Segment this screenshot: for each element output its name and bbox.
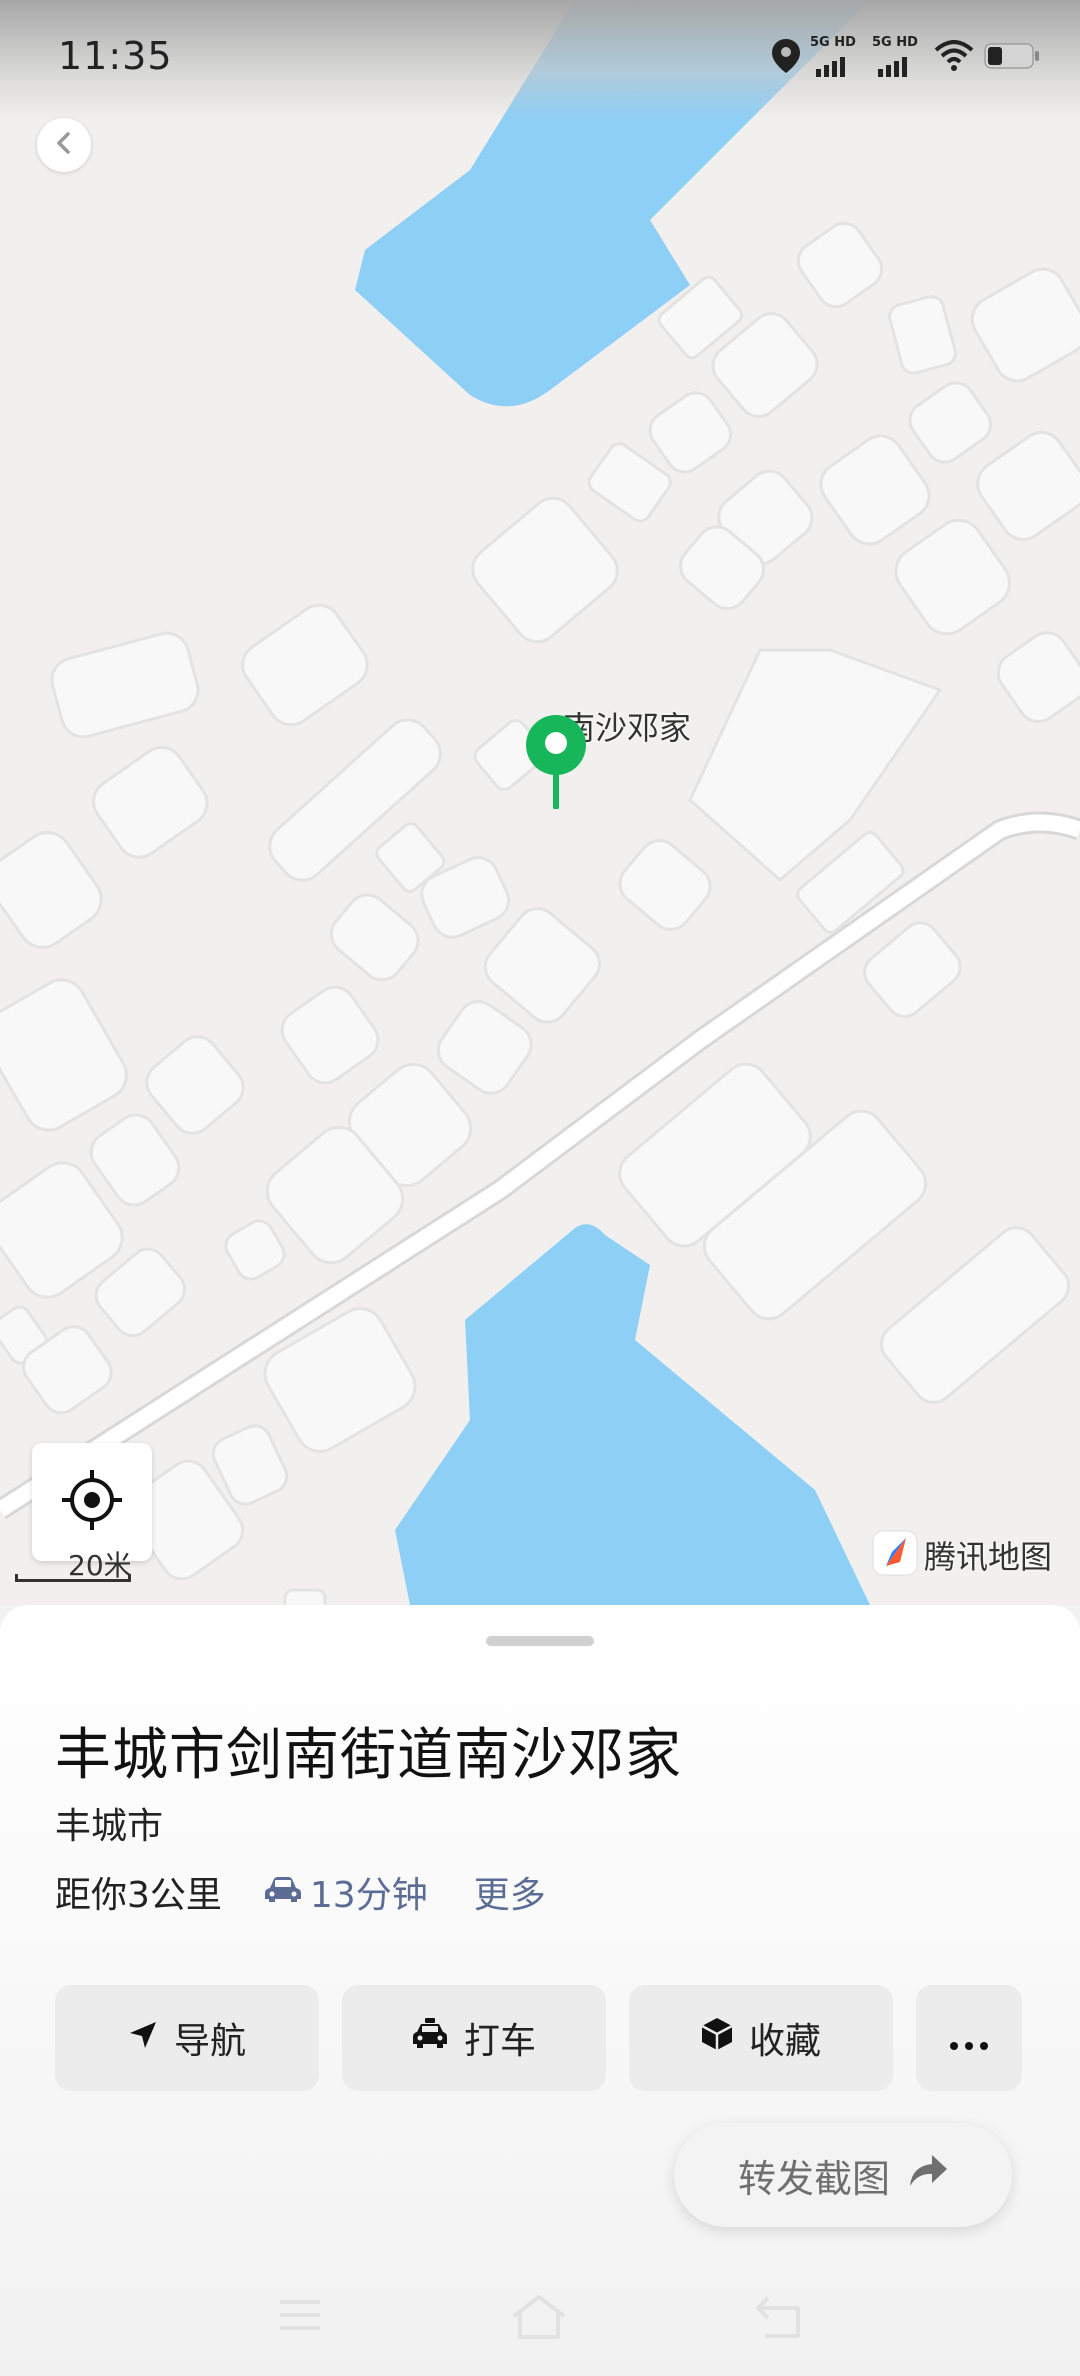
drive-time-link[interactable]: 13分钟 bbox=[264, 1866, 428, 1918]
location-icon bbox=[772, 39, 800, 77]
chevron-left-icon bbox=[54, 132, 74, 158]
sheet-drag-handle[interactable] bbox=[486, 1636, 594, 1646]
place-city: 丰城市 bbox=[55, 1806, 164, 1847]
favorite-button[interactable]: 收藏 bbox=[629, 1985, 893, 2091]
signal-5g-icon: 5G HD bbox=[810, 35, 862, 81]
wifi-icon bbox=[934, 40, 974, 76]
taxi-button[interactable]: 打车 bbox=[342, 1985, 606, 2091]
map-brand: 腾讯地图 bbox=[872, 1530, 1052, 1580]
distance-text: 距你3公里 bbox=[55, 1875, 222, 1916]
share-screenshot-button[interactable]: 转发截图 bbox=[674, 2123, 1012, 2227]
car-icon bbox=[264, 1872, 302, 1913]
more-actions-button[interactable] bbox=[916, 1985, 1022, 2091]
status-bar: 11:35 5G HD 5G HD bbox=[0, 0, 1080, 120]
crosshair-icon bbox=[60, 1468, 124, 1536]
taxi-icon bbox=[412, 2017, 448, 2059]
drive-time-text: 13分钟 bbox=[309, 1875, 428, 1916]
action-buttons: 导航 打车 收藏 bbox=[55, 1985, 1022, 2091]
ellipsis-icon bbox=[950, 2018, 988, 2059]
system-nav-bar bbox=[0, 2270, 1080, 2376]
map-pin-icon[interactable] bbox=[524, 713, 588, 813]
cube-icon bbox=[701, 2017, 733, 2060]
home-icon[interactable] bbox=[510, 2294, 568, 2344]
battery-icon bbox=[984, 41, 1040, 75]
more-link[interactable]: 更多 bbox=[474, 1866, 546, 1918]
navigate-button[interactable]: 导航 bbox=[55, 1985, 319, 2091]
tencent-map-logo-icon bbox=[872, 1530, 918, 1580]
share-arrow-icon bbox=[908, 2153, 948, 2197]
back-nav-icon[interactable] bbox=[754, 2294, 806, 2344]
status-icons: 5G HD 5G HD bbox=[772, 30, 1040, 86]
back-button[interactable] bbox=[37, 118, 91, 172]
menu-icon[interactable] bbox=[276, 2294, 324, 2340]
signal-5g-icon: 5G HD bbox=[872, 35, 924, 81]
map-view[interactable]: 11:35 5G HD 5G HD 南沙邓家 20米 腾讯地图 bbox=[0, 0, 1080, 1605]
place-title: 丰城市剑南街道南沙邓家 bbox=[55, 1723, 682, 1788]
place-info-row: 距你3公里 13分钟 更多 bbox=[55, 1866, 546, 1918]
status-time: 11:35 bbox=[58, 34, 173, 78]
map-scale-bar bbox=[15, 1574, 131, 1582]
navigation-arrow-icon bbox=[128, 2018, 158, 2059]
